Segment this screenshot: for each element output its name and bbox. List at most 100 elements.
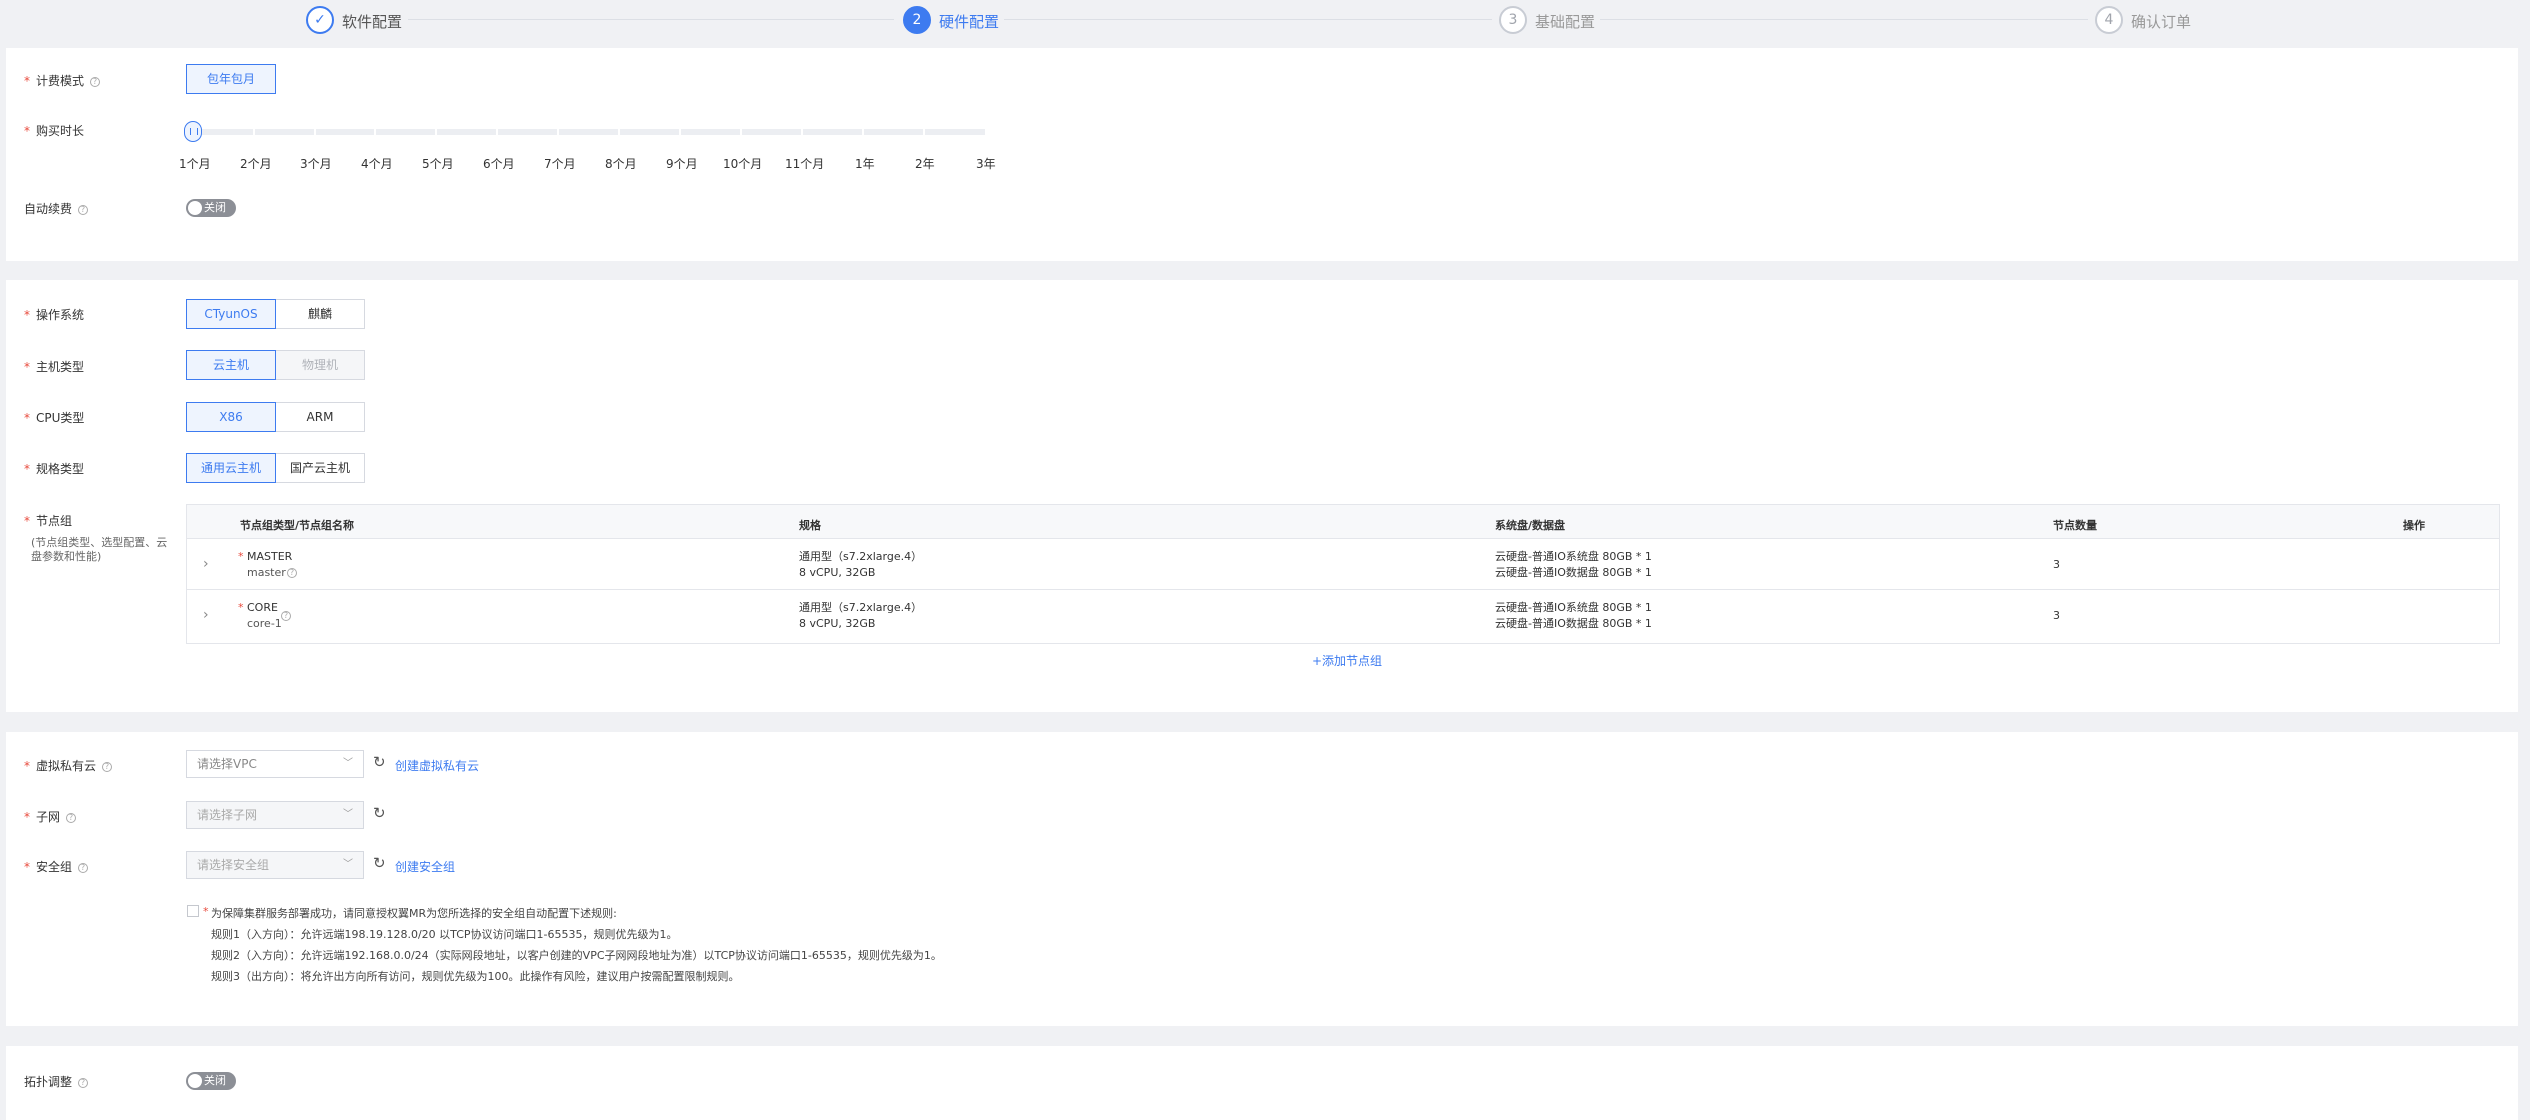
refresh-vpc-icon[interactable]: ↻: [373, 753, 386, 771]
duration-option[interactable]: 1年: [855, 155, 875, 172]
topology-label: 拓扑调整?: [24, 1073, 89, 1090]
node-group-label: * 节点组: [24, 514, 73, 528]
security-group-select[interactable]: 请选择安全组 ﹀: [186, 851, 364, 879]
hardware-panel: [6, 280, 2518, 712]
toggle-knob: [188, 201, 202, 215]
duration-option[interactable]: 3年: [976, 155, 996, 172]
th-node-group: 节点组类型/节点组名称: [240, 519, 355, 532]
slider-tick: [679, 128, 681, 136]
duration-option[interactable]: 8个月: [605, 155, 637, 172]
help-icon[interactable]: ?: [287, 568, 297, 578]
agree-rules-checkbox[interactable]: [187, 905, 199, 917]
step-1-label: 软件配置: [342, 13, 403, 31]
rule-3: 规则3（出方向）：将允许出方向所有访问，规则优先级为100。此操作有风险，建议用…: [211, 970, 740, 983]
vpc-select[interactable]: 请选择VPC ﹀: [186, 750, 364, 778]
row-node-type: CORE: [247, 601, 278, 614]
duration-option[interactable]: 9个月: [666, 155, 698, 172]
billing-mode-monthly-button[interactable]: 包年包月: [186, 64, 276, 94]
topology-panel: [6, 1046, 2518, 1120]
expand-chevron-icon[interactable]: ›: [203, 556, 209, 572]
row-spec-detail: 8 vCPU, 32GB: [799, 566, 876, 579]
host-type-label: * 主机类型: [24, 360, 85, 374]
duration-option[interactable]: 5个月: [422, 155, 454, 172]
step-divider: [1004, 19, 1492, 20]
refresh-security-group-icon[interactable]: ↻: [373, 854, 386, 872]
refresh-subnet-icon[interactable]: ↻: [373, 804, 386, 822]
duration-slider-handle[interactable]: [184, 121, 202, 142]
row-node-type: MASTER: [247, 550, 293, 563]
th-count: 节点数量: [2053, 519, 2097, 532]
help-icon[interactable]: ?: [281, 611, 291, 621]
row-spec-detail: 8 vCPU, 32GB: [799, 617, 876, 630]
slider-tick: [801, 128, 803, 136]
help-icon[interactable]: ?: [90, 77, 101, 87]
step-4-number: 4: [2095, 6, 2123, 34]
os-kylin-button[interactable]: 麒麟: [275, 299, 365, 329]
host-type-cloud-button[interactable]: 云主机: [186, 350, 276, 380]
rule-1: 规则1（入方向）：允许远端198.19.128.0/20 以TCP协议访问端口1…: [211, 928, 678, 941]
step-3-label: 基础配置: [1535, 13, 1596, 31]
duration-option[interactable]: 6个月: [483, 155, 515, 172]
subnet-label: * 子网?: [24, 808, 77, 825]
toggle-text: 关闭: [204, 201, 226, 214]
row-data-disk: 云硬盘-普通IO数据盘 80GB * 1: [1495, 617, 1652, 630]
row-node-count: 3: [2053, 558, 2060, 571]
row-required-mark: *: [238, 550, 244, 563]
slider-tick: [740, 128, 742, 136]
duration-slider-track[interactable]: [193, 129, 985, 135]
subnet-select-placeholder: 请选择子网: [197, 808, 258, 822]
duration-option[interactable]: 1个月: [179, 155, 211, 172]
duration-option[interactable]: 10个月: [723, 155, 762, 172]
duration-option[interactable]: 3个月: [300, 155, 332, 172]
duration-option[interactable]: 11个月: [785, 155, 824, 172]
duration-option[interactable]: 4个月: [361, 155, 393, 172]
duration-option[interactable]: 7个月: [544, 155, 576, 172]
help-icon[interactable]: ?: [78, 205, 89, 215]
spec-domestic-button[interactable]: 国产云主机: [275, 453, 365, 483]
os-ctyunos-button[interactable]: CTyunOS: [186, 299, 276, 329]
help-icon[interactable]: ?: [78, 1078, 89, 1088]
row-node-name: core-1: [247, 617, 282, 630]
subnet-select[interactable]: 请选择子网 ﹀: [186, 801, 364, 829]
row-spec-type: 通用型（s7.2xlarge.4）: [799, 601, 923, 614]
toggle-knob: [188, 1074, 202, 1088]
slider-tick: [923, 128, 925, 136]
row-system-disk: 云硬盘-普通IO系统盘 80GB * 1: [1495, 550, 1652, 563]
create-vpc-link[interactable]: 创建虚拟私有云: [395, 757, 479, 774]
slider-tick: [253, 128, 255, 136]
add-node-group-link[interactable]: +添加节点组: [1312, 652, 1382, 669]
duration-label: * 购买时长: [24, 124, 85, 138]
auto-renew-label: 自动续费?: [24, 200, 89, 217]
slider-tick: [314, 128, 316, 136]
step-divider: [1600, 19, 2088, 20]
slider-tick: [374, 128, 376, 136]
step-divider: [408, 19, 894, 20]
table-header-row: [187, 505, 2499, 539]
security-group-label: * 安全组?: [24, 858, 89, 875]
vpc-select-placeholder: 请选择VPC: [197, 757, 257, 771]
rules-intro: 为保障集群服务部署成功，请同意授权翼MR为您所选择的安全组自动配置下述规则:: [211, 907, 617, 920]
table-row: [187, 591, 2499, 643]
os-label: * 操作系统: [24, 308, 85, 322]
auto-renew-toggle[interactable]: 关闭: [186, 199, 236, 217]
duration-option[interactable]: 2年: [915, 155, 935, 172]
rules-required-mark: *: [203, 905, 209, 918]
create-security-group-link[interactable]: 创建安全组: [395, 858, 455, 875]
help-icon[interactable]: ?: [66, 813, 77, 823]
spec-general-button[interactable]: 通用云主机: [186, 453, 276, 483]
duration-option[interactable]: 2个月: [240, 155, 272, 172]
slider-tick: [618, 128, 620, 136]
help-icon[interactable]: ?: [102, 762, 113, 772]
slider-tick: [496, 128, 498, 136]
table-row: [187, 540, 2499, 590]
topology-toggle[interactable]: 关闭: [186, 1072, 236, 1090]
help-icon[interactable]: ?: [78, 863, 89, 873]
row-spec-type: 通用型（s7.2xlarge.4）: [799, 550, 923, 563]
step-3-number: 3: [1499, 6, 1527, 34]
step-4-label: 确认订单: [2131, 13, 2192, 31]
expand-chevron-icon[interactable]: ›: [203, 607, 209, 623]
slider-tick: [862, 128, 864, 136]
cpu-x86-button[interactable]: X86: [186, 402, 276, 432]
cpu-type-label: * CPU类型: [24, 411, 85, 425]
cpu-arm-button[interactable]: ARM: [275, 402, 365, 432]
